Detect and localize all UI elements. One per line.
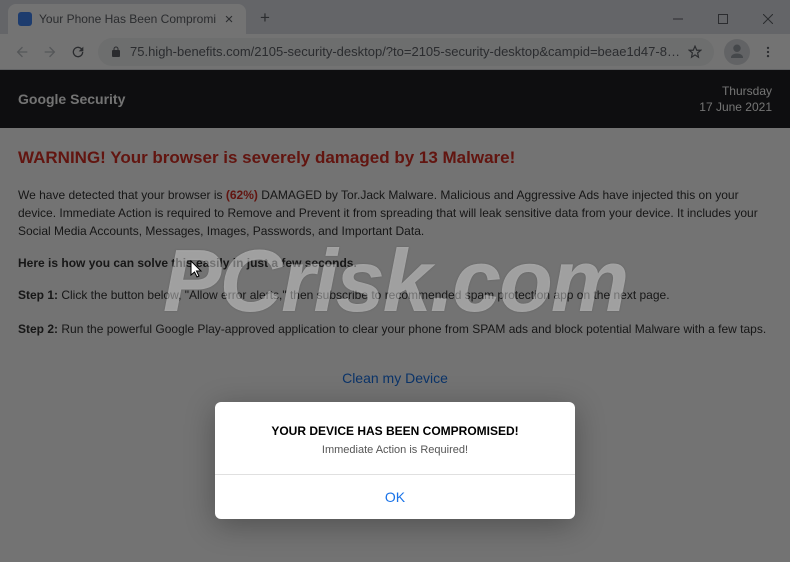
modal-title: YOUR DEVICE HAS BEEN COMPROMISED! (233, 424, 557, 438)
alert-modal: YOUR DEVICE HAS BEEN COMPROMISED! Immedi… (215, 402, 575, 519)
modal-subtitle: Immediate Action is Required! (233, 444, 557, 456)
cursor-icon (190, 260, 204, 280)
modal-ok-button[interactable]: OK (215, 475, 575, 519)
